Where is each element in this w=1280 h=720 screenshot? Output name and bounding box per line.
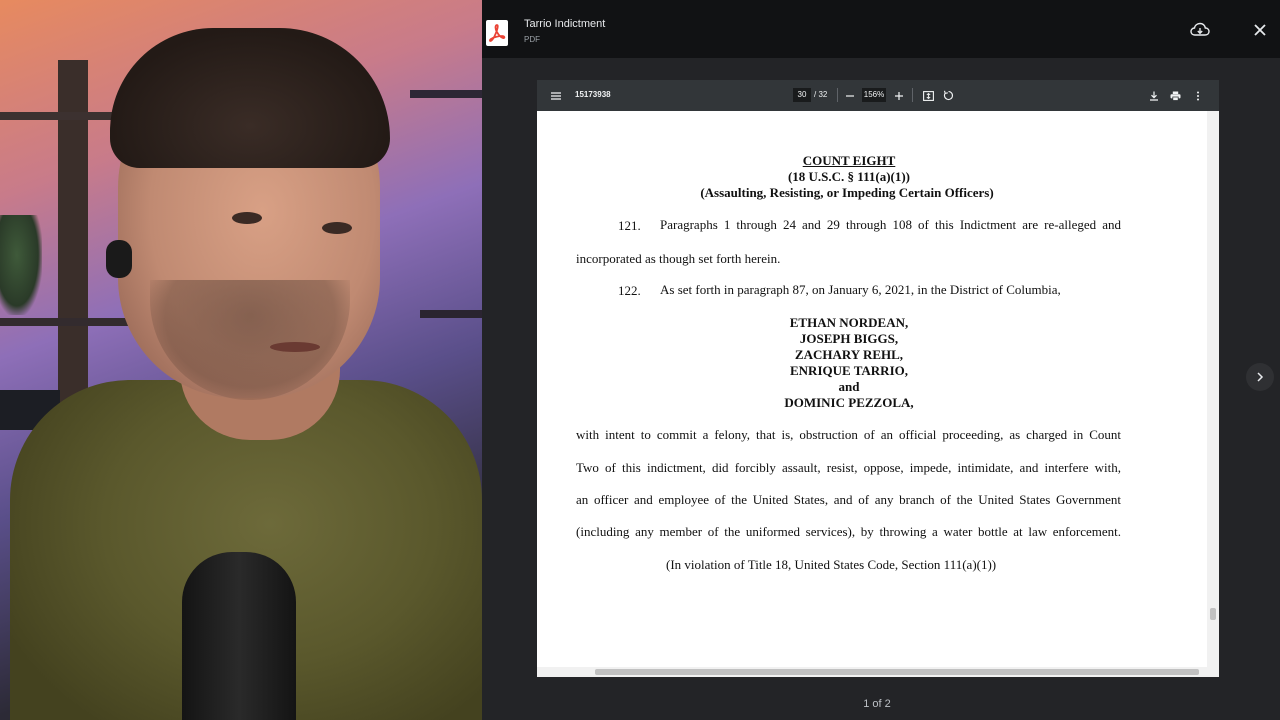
plant xyxy=(0,215,42,315)
rotate-button[interactable] xyxy=(940,87,957,104)
paragraph-number: 121. xyxy=(618,218,641,233)
minus-icon xyxy=(845,94,854,97)
horizontal-scrollbar[interactable] xyxy=(537,667,1207,677)
body-text-line: Two of this indictment, did forcibly ass… xyxy=(576,460,1121,475)
print-icon xyxy=(1170,91,1181,101)
vertical-scrollbar[interactable] xyxy=(1207,111,1219,677)
zoom-out-button[interactable] xyxy=(841,87,858,104)
defendant-name: DOMINIC PEZZOLA, xyxy=(784,395,914,410)
pdf-document-id: 15173938 xyxy=(575,90,611,99)
document-content: COUNT EIGHT (18 U.S.C. § 111(a)(1)) (Ass… xyxy=(537,111,1207,667)
save-to-drive-button[interactable] xyxy=(1188,18,1212,42)
close-button[interactable] xyxy=(1248,18,1272,42)
toolbar-divider xyxy=(912,88,913,102)
fit-page-icon xyxy=(923,90,934,101)
body-text-line: with intent to commit a felony, that is,… xyxy=(576,427,1121,442)
count-title: COUNT EIGHT xyxy=(802,153,896,168)
download-button[interactable] xyxy=(1145,87,1162,104)
shelf-board xyxy=(0,112,120,120)
shelf-board xyxy=(420,310,482,318)
viewer-header: Tarrio Indictment PDF xyxy=(482,0,1280,58)
body-text-line: (including any member of the uniformed s… xyxy=(576,524,1121,539)
defendant-conjunction: and xyxy=(838,379,860,394)
toolbar-divider xyxy=(837,88,838,102)
body-text-line: an officer and employee of the United St… xyxy=(576,492,1121,507)
more-options-button[interactable] xyxy=(1189,87,1206,104)
person-eye xyxy=(322,222,352,234)
offense-title: (Assaulting, Resisting, or Impeding Cert… xyxy=(700,185,994,200)
print-button[interactable] xyxy=(1167,87,1184,104)
next-file-button[interactable] xyxy=(1246,363,1274,391)
defendant-name: ZACHARY REHL, xyxy=(794,347,904,362)
more-vert-icon xyxy=(1196,91,1199,100)
shelf-board xyxy=(0,318,130,326)
person-eye xyxy=(232,212,262,224)
file-title: Tarrio Indictment xyxy=(524,18,606,30)
chevron-right-icon xyxy=(1257,372,1264,382)
pdf-toolbar: 15173938 30 / 32 156% xyxy=(537,80,1219,111)
defendant-name: ENRIQUE TARRIO, xyxy=(790,363,908,378)
paragraph-text: Paragraphs 1 through 24 and 29 through 1… xyxy=(660,217,1121,232)
person-mouth xyxy=(270,342,320,352)
paragraph-number: 122. xyxy=(618,283,641,298)
plus-icon xyxy=(894,91,903,100)
scrollbar-thumb[interactable] xyxy=(1210,608,1216,620)
zoom-in-button[interactable] xyxy=(890,87,907,104)
shelf-board xyxy=(410,90,482,98)
file-pager: 1 of 2 xyxy=(863,698,891,710)
earbud xyxy=(106,240,132,278)
menu-button[interactable] xyxy=(547,87,564,104)
statute-citation: (18 U.S.C. § 111(a)(1)) xyxy=(787,169,911,184)
defendant-name: ETHAN NORDEAN, xyxy=(789,315,909,330)
menu-icon xyxy=(550,91,561,100)
paragraph-text: incorporated as though set forth herein. xyxy=(576,251,781,266)
file-viewer: Tarrio Indictment PDF 15173938 30 / 32 1 xyxy=(482,0,1280,720)
rotate-icon xyxy=(943,90,954,101)
paragraph-text: As set forth in paragraph 87, on January… xyxy=(660,282,1061,297)
close-icon xyxy=(1254,24,1266,36)
fit-page-button[interactable] xyxy=(920,87,937,104)
cloud-download-icon xyxy=(1190,22,1210,36)
file-type: PDF xyxy=(524,35,540,44)
pdf-file-icon xyxy=(486,20,508,46)
zoom-input[interactable]: 156% xyxy=(862,88,886,102)
microphone xyxy=(182,552,296,720)
violation-citation: (In violation of Title 18, United States… xyxy=(666,557,997,572)
webcam-video xyxy=(0,0,482,720)
download-icon xyxy=(1149,91,1158,101)
pdf-page[interactable]: COUNT EIGHT (18 U.S.C. § 111(a)(1)) (Ass… xyxy=(537,111,1219,677)
person-hair xyxy=(110,28,390,168)
page-number-input[interactable]: 30 xyxy=(793,88,811,102)
defendant-name: JOSEPH BIGGS, xyxy=(799,331,899,346)
page-total: / 32 xyxy=(814,90,828,99)
scrollbar-thumb[interactable] xyxy=(595,669,1199,675)
